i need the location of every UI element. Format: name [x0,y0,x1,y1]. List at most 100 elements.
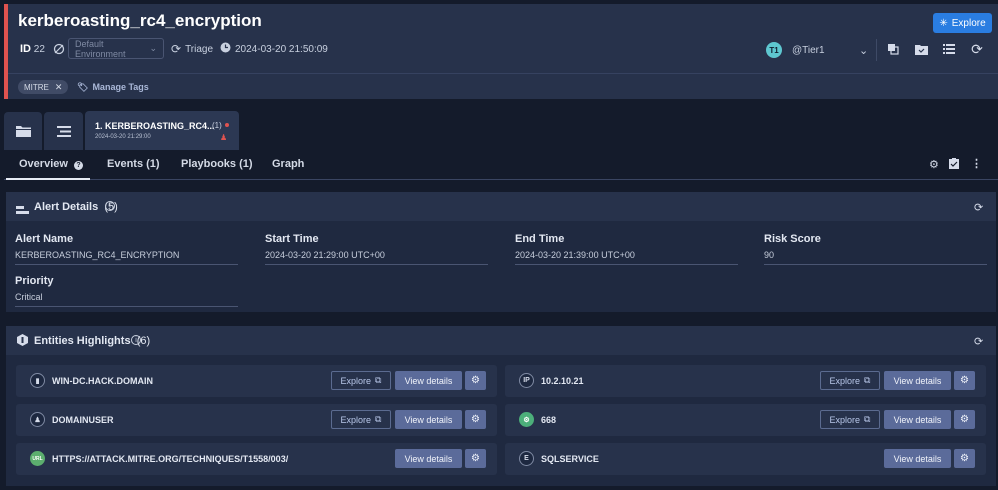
list-icon[interactable] [941,41,957,57]
external-link-icon: ⧉ [375,375,382,385]
entity-card: ♟ DOMAINUSER Explore ⧉ View details ⚙ [16,404,497,436]
manage-tags-link[interactable]: 🏷︎ Manage Tags [77,80,149,94]
field-value-alert-name: KERBEROASTING_RC4_ENCRYPTION [15,250,238,265]
user-alert-icon: ♟ [220,133,228,142]
more-options-icon[interactable]: ⋮ [971,157,982,170]
priority-accent-bar [4,4,8,99]
entity-settings-gear-icon[interactable]: ⚙ [954,449,975,468]
entity-card: URL HTTPS://ATTACK.MITRE.ORG/TECHNIQUES/… [16,443,497,475]
alert-details-header [6,192,996,221]
list-lines-icon [56,125,71,137]
field-value-end-time: 2024-03-20 21:39:00 UTC+00 [515,250,738,265]
header-divider [8,73,998,74]
view-details-button[interactable]: View details [395,410,462,429]
url-icon: URL [30,451,45,466]
tab-overview[interactable]: Overview ? [19,158,83,170]
entities-info-icon[interactable]: i [131,335,141,345]
field-label-risk-score: Risk Score [764,233,821,245]
field-label-priority: Priority [15,275,54,287]
entity-card: ⚙ 668 Explore ⧉ View details ⚙ [505,404,986,436]
entity-name[interactable]: DOMAINUSER [52,415,114,425]
environment-icon [53,40,65,58]
explore-button[interactable]: ✳ Explore [933,13,992,33]
entities-refresh-icon[interactable]: ⟳ [974,335,983,348]
entity-settings-gear-icon[interactable]: ⚙ [465,410,486,429]
entity-explore-button[interactable]: Explore ⧉ [331,410,391,429]
copy-icon[interactable] [885,41,901,57]
entity-name[interactable]: 668 [541,415,556,425]
remove-tag-icon[interactable]: ✕ [55,82,63,93]
entity-card: ▮ WIN-DC.HACK.DOMAIN Explore ⧉ View detai… [16,365,497,397]
field-value-priority: Critical [15,292,238,307]
tab-graph[interactable]: Graph [272,158,304,170]
assignee-chevron-icon[interactable]: ⌄ [859,44,868,57]
field-label-start-time: Start Time [265,233,319,245]
clipboard-icon[interactable] [949,158,959,172]
folder-icon [15,126,31,137]
external-link-icon: ⧉ [375,414,382,424]
assignee-name[interactable]: @Tier1 [792,45,825,56]
entities-header [6,326,996,355]
case-id: ID 22 [20,43,45,55]
divider [876,39,877,61]
host-icon: ▮ [30,373,45,388]
entity-name[interactable]: HTTPS://ATTACK.MITRE.ORG/TECHNIQUES/T155… [52,454,288,464]
entity-name[interactable]: 10.2.10.21 [541,376,584,386]
external-link-icon: ⧉ [864,375,871,385]
entity-settings-gear-icon[interactable]: ⚙ [465,371,486,390]
tag-mitre: MITRE ✕ [18,80,69,94]
case-datetime: 2024-03-20 21:50:09 [220,40,328,58]
view-details-button[interactable]: View details [395,449,462,468]
ip-icon: IP [519,373,534,388]
entity-name[interactable]: WIN-DC.HACK.DOMAIN [52,376,153,386]
list-view-tab[interactable] [44,112,83,150]
service-icon: E [519,451,534,466]
field-value-start-time: 2024-03-20 21:29:00 UTC+00 [265,250,488,265]
field-label-end-time: End Time [515,233,565,245]
stage-indicator[interactable]: ⟳ Triage [171,40,213,58]
assignee-avatar: T1 [766,42,782,58]
folder-tab[interactable] [4,112,42,150]
case-title: kerberoasting_rc4_encryption [18,11,262,30]
tab-playbooks[interactable]: Playbooks (1) [181,158,253,170]
entity-explore-button[interactable]: Explore ⧉ [331,371,391,390]
user-icon: ♟ [30,412,45,427]
clock-icon [220,42,231,56]
entity-name[interactable]: SQLSERVICE [541,454,599,464]
entity-card: E SQLSERVICE View details ⚙ [505,443,986,475]
settings-gear-icon[interactable]: ⚙ [929,158,939,171]
external-link-icon: ⧉ [864,414,871,424]
refresh-icon[interactable]: ⟳ [969,41,985,57]
entity-explore-button[interactable]: Explore ⧉ [820,410,880,429]
entity-settings-gear-icon[interactable]: ⚙ [465,449,486,468]
active-tab-indicator [6,178,90,180]
alert-tab-count: (1) [212,121,222,130]
close-case-icon[interactable] [913,41,929,57]
view-details-button[interactable]: View details [884,449,951,468]
alert-tab-title: 1. KERBEROASTING_RC4... [95,121,215,131]
details-icon [16,203,29,217]
tag-icon: 🏷︎ [77,81,89,92]
entity-settings-gear-icon[interactable]: ⚙ [954,410,975,429]
info-icon[interactable]: i [105,201,115,211]
explore-icon: ✳ [939,17,948,29]
entity-explore-button[interactable]: Explore ⧉ [820,371,880,390]
refresh-stage-icon: ⟳ [171,42,182,56]
view-details-button[interactable]: View details [395,371,462,390]
entity-card: IP 10.2.10.21 Explore ⧉ View details ⚙ [505,365,986,397]
status-dot [225,123,229,127]
alert-tab[interactable]: 1. KERBEROASTING_RC4... (1) 2024-03-20 2… [85,111,239,150]
chevron-down-icon: ⌄ [149,43,157,53]
process-icon: ⚙ [519,412,534,427]
help-icon: ? [73,161,83,170]
environment-select[interactable]: Default Environment ⌄ [68,38,164,59]
entity-badge-icon [17,334,28,349]
view-details-button[interactable]: View details [884,410,951,429]
entity-settings-gear-icon[interactable]: ⚙ [954,371,975,390]
field-value-risk-score: 90 [764,250,987,265]
tab-events[interactable]: Events (1) [107,158,160,170]
field-label-alert-name: Alert Name [15,233,74,245]
panel-refresh-icon[interactable]: ⟳ [974,201,983,214]
view-details-button[interactable]: View details [884,371,951,390]
alert-tab-time: 2024-03-20 21:29:00 [95,134,151,140]
